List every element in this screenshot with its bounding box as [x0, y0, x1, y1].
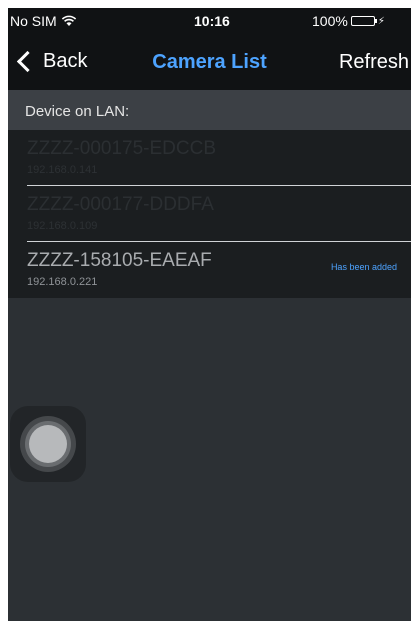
- device-row[interactable]: ZZZZ-000177-DDDFA 192.168.0.109: [8, 186, 411, 242]
- device-ip: 192.168.0.141: [27, 164, 98, 176]
- wifi-icon: [61, 15, 76, 26]
- device-name: ZZZZ-000175-EDCCB: [27, 138, 216, 159]
- status-time: 10:16: [194, 13, 230, 29]
- navigation-bar: Back Camera List Refresh: [8, 34, 411, 90]
- refresh-button[interactable]: Refresh: [339, 51, 409, 74]
- assistive-touch-icon: [20, 416, 76, 472]
- battery-icon: [350, 16, 377, 26]
- camera-list-screen: No SIM 10:16 100% ⚡ Back Camera List Ref…: [8, 8, 411, 621]
- device-name: ZZZZ-000177-DDDFA: [27, 194, 214, 215]
- device-row[interactable]: ZZZZ-158105-EAEAF 192.168.0.221 Has been…: [8, 242, 411, 298]
- section-header: Device on LAN:: [8, 90, 411, 130]
- status-bar: No SIM 10:16 100% ⚡: [8, 8, 411, 34]
- device-name: ZZZZ-158105-EAEAF: [27, 250, 212, 271]
- device-status: Has been added: [330, 262, 397, 272]
- battery-indicator: 100% ⚡: [312, 13, 385, 29]
- battery-percent: 100%: [312, 13, 348, 29]
- device-ip: 192.168.0.221: [27, 276, 98, 288]
- device-ip: 192.168.0.109: [27, 220, 98, 232]
- carrier-label: No SIM: [10, 13, 57, 29]
- assistive-touch-button[interactable]: [10, 406, 86, 482]
- device-list: ZZZZ-000175-EDCCB 192.168.0.141 ZZZZ-000…: [8, 130, 411, 298]
- bolt-icon: ⚡: [377, 15, 385, 27]
- carrier-info: No SIM: [10, 13, 77, 29]
- device-row[interactable]: ZZZZ-000175-EDCCB 192.168.0.141: [8, 130, 411, 186]
